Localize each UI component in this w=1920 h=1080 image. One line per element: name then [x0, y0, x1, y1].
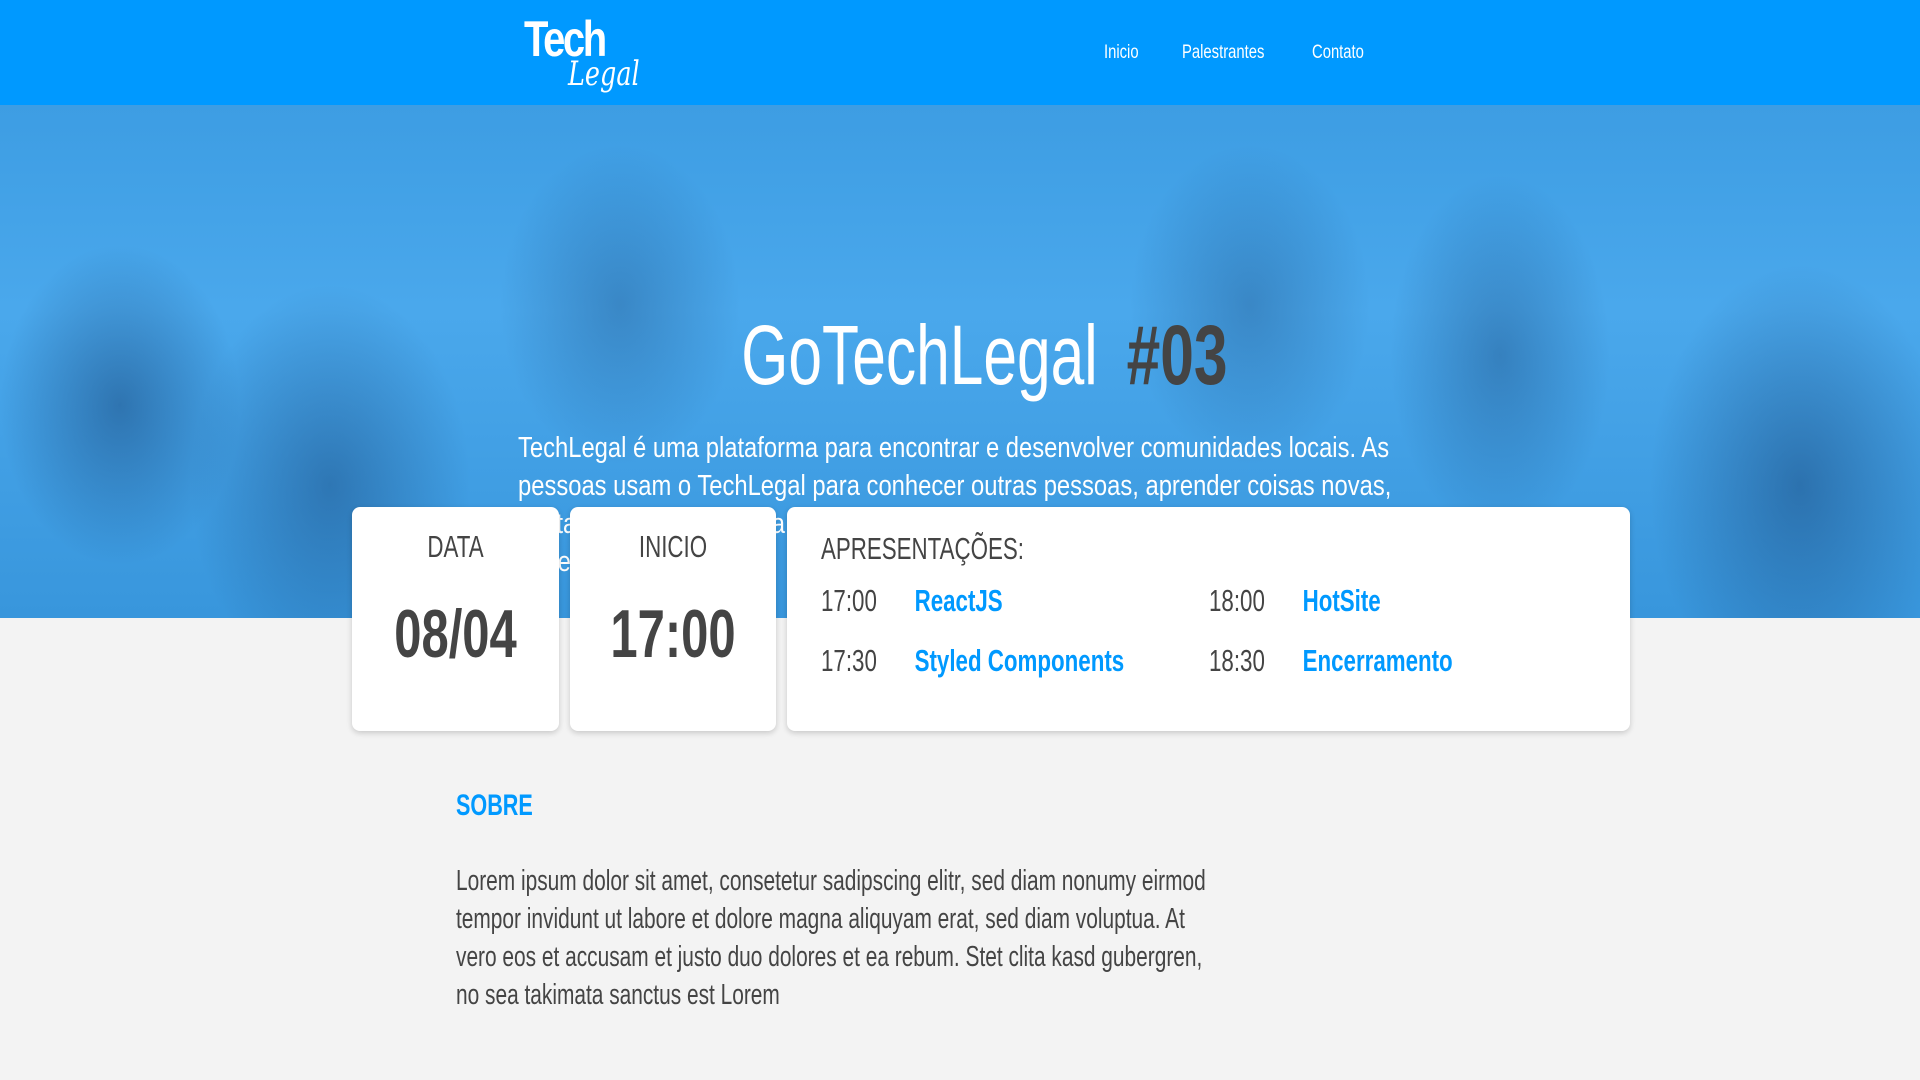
nav-contato[interactable]: Contato	[1312, 42, 1364, 64]
talk-title[interactable]: Encerramento	[1303, 643, 1453, 678]
start-label: INICIO	[638, 529, 708, 564]
talk-item: 17:00 ReactJS	[821, 583, 1003, 619]
talk-title[interactable]: Styled Components	[915, 643, 1125, 678]
techlegal-logo[interactable]: Tech Legal	[524, 14, 654, 100]
talk-time: 17:00	[821, 583, 877, 618]
talk-time: 18:30	[1209, 643, 1265, 678]
event-title: GoTechLegal #03	[0, 305, 1920, 405]
date-card: DATA 08/04	[352, 507, 559, 731]
logo-legal: Legal	[568, 54, 640, 94]
talk-item: 18:30 Encerramento	[1209, 643, 1453, 679]
talk-title[interactable]: ReactJS	[915, 583, 1003, 618]
start-value: 17:00	[610, 596, 736, 672]
event-name: GoTechLegal	[741, 308, 1099, 402]
start-card: INICIO 17:00	[570, 507, 776, 731]
nav-palestrantes[interactable]: Palestrantes	[1182, 42, 1264, 64]
date-value: 08/04	[394, 596, 517, 672]
about-heading: SOBRE	[456, 789, 533, 822]
nav-inicio[interactable]: Inicio	[1104, 42, 1139, 64]
about-text: Lorem ipsum dolor sit amet, consetetur s…	[456, 865, 1206, 1011]
talk-time: 17:30	[821, 643, 877, 678]
talks-heading: APRESENTAÇÕES:	[821, 531, 1024, 566]
talks-card: APRESENTAÇÕES: 17:00 ReactJS 18:00 HotSite…	[787, 507, 1630, 731]
event-number: #03	[1127, 308, 1228, 402]
top-navbar: Tech Legal Inicio Palestrantes Contato	[0, 0, 1920, 105]
talk-time: 18:00	[1209, 583, 1265, 618]
talk-item: 17:30 Styled Components	[821, 643, 1124, 679]
date-label: DATA	[427, 529, 484, 564]
talk-title[interactable]: HotSite	[1303, 583, 1381, 618]
talk-item: 18:00 HotSite	[1209, 583, 1381, 619]
